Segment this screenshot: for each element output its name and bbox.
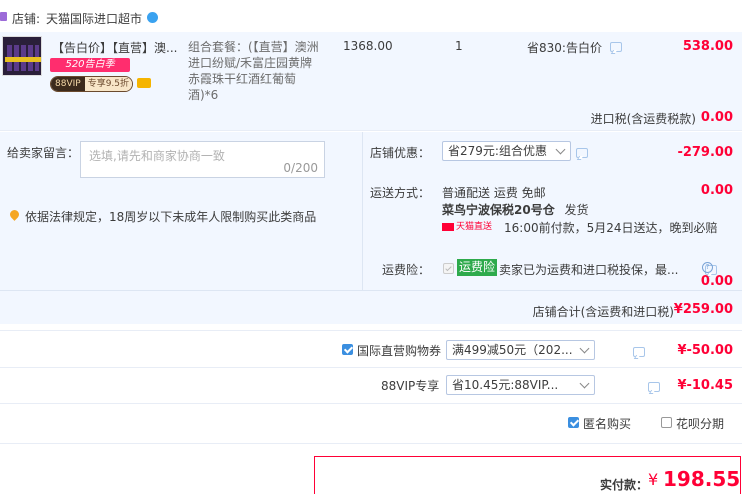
chevron-down-icon — [579, 378, 590, 389]
shop-discount-value: -279.00 — [677, 145, 733, 160]
shipping-method: 普通配送 运费 免邮 — [442, 186, 546, 200]
chevron-down-icon — [579, 343, 590, 354]
help-icon[interactable]: ? — [702, 262, 713, 273]
discount-text: 省830:告白价 — [527, 39, 622, 56]
panel-divider — [362, 132, 363, 290]
vip-badge-label: 88VIP — [51, 77, 85, 91]
item-subtotal: 538.00 — [682, 39, 733, 54]
legal-notice: 依据法律规定，18周岁以下未成年人限制购买此类商品 — [25, 210, 317, 224]
insurance-checkbox — [443, 263, 454, 274]
insurance-text: 卖家已为运费和进口税投保，最... — [499, 263, 679, 277]
message-input[interactable]: 选填,请先和商家协商一致 0/200 — [80, 141, 325, 178]
coupon-label: 国际直营购物券 — [357, 344, 442, 358]
huabei-label[interactable]: 花呗分期 — [676, 415, 724, 432]
shop-name-link[interactable]: 天猫国际进口超市 — [46, 10, 142, 27]
shop-discount-select[interactable]: 省279元:组合优惠 — [442, 141, 571, 161]
product-thumbnail[interactable] — [2, 36, 42, 76]
import-tax-label: 进口税(含运费税款) — [590, 112, 696, 126]
card-icon — [137, 78, 151, 88]
vip-discount-label: 88VIP专享 — [381, 379, 440, 393]
shop-total-label: 店铺合计(含运费和进口税) — [532, 305, 674, 319]
chat-icon[interactable] — [576, 148, 588, 158]
shop-header: 店铺: 天猫国际进口超市 — [0, 8, 742, 28]
payment-amount: 198.55 — [663, 467, 741, 491]
quantity: 1 — [455, 39, 463, 53]
anonymous-label[interactable]: 匿名购买 — [583, 415, 631, 432]
shipping-value: 0.00 — [700, 183, 733, 198]
coupon-checkbox[interactable] — [342, 344, 353, 355]
import-tax-value: 0.00 — [700, 110, 733, 125]
express-badge: 天猫直送 — [442, 220, 492, 234]
message-counter: 0/200 — [283, 161, 318, 175]
sku-text: 组合套餐：(【直营】澳洲进口纷赋/禾富庄园黄牌赤霞珠干红酒红葡萄酒)*6 — [188, 40, 319, 102]
vip-discount-value: ¥-10.45 — [677, 378, 733, 393]
huabei-checkbox[interactable] — [661, 417, 672, 428]
express-icon — [442, 222, 454, 231]
vip-discount-select[interactable]: 省10.45元:88VIP... — [446, 375, 595, 395]
insurance-label: 运费险： — [382, 263, 431, 277]
message-label: 给卖家留言： — [7, 146, 80, 160]
vip-badge: 88VIP 专享9.5折 — [50, 76, 134, 92]
shipping-warehouse: 菜鸟宁波保税20号仓 发货 — [442, 203, 589, 217]
shop-label: 店铺: — [12, 12, 41, 26]
vip-badge-text: 专享9.5折 — [84, 77, 133, 91]
shipping-label: 运送方式： — [370, 186, 431, 200]
chat-icon[interactable] — [632, 347, 645, 357]
payment-currency: ¥ — [648, 470, 659, 489]
chat-icon[interactable] — [609, 42, 622, 52]
label-strip — [5, 57, 41, 62]
product-title-link[interactable]: 【告白价】【直营】澳... — [52, 39, 177, 56]
insurance-badge: 运费险 — [457, 259, 498, 276]
insurance-value: 0.00 — [700, 274, 733, 289]
shop-discount-label: 店铺优惠： — [370, 146, 431, 160]
message-placeholder: 选填,请先和商家协商一致 — [89, 149, 225, 163]
shop-total-value: ¥259.00 — [673, 302, 733, 317]
chevron-down-icon — [555, 144, 566, 155]
chat-icon[interactable] — [648, 382, 661, 392]
coupon-select[interactable]: 满499减50元（202... — [446, 340, 595, 360]
payment-label: 实付款： — [600, 478, 649, 492]
coupon-value: ¥-50.00 — [677, 343, 733, 358]
shop-icon — [0, 12, 7, 21]
anonymous-checkbox[interactable] — [568, 417, 579, 428]
unit-price: 1368.00 — [343, 39, 393, 53]
promo-badge: 520告白季 — [50, 58, 130, 72]
shipping-eta: 16:00前付款，5月24日送达，晚到必赔 — [504, 221, 718, 235]
wangwang-chat-icon[interactable] — [147, 12, 158, 23]
